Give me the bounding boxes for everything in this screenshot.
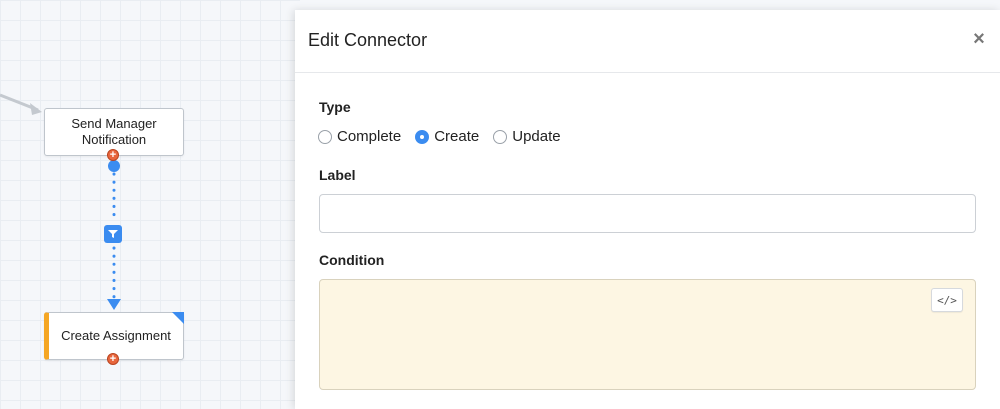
dialog-header: Edit Connector ×: [295, 10, 1000, 73]
node-status-corner: [172, 312, 184, 324]
radio-create[interactable]: Create: [415, 128, 479, 145]
radio-button[interactable]: [318, 129, 332, 144]
node-label: Send Manager Notification: [71, 116, 157, 147]
type-label: Type: [319, 99, 351, 115]
connector-start-handle: [108, 160, 120, 172]
radio-label: Complete: [337, 128, 402, 145]
workflow-canvas[interactable]: Send Manager Notification + Create Assig…: [0, 0, 300, 409]
add-step-icon[interactable]: +: [107, 149, 119, 161]
close-icon[interactable]: ×: [970, 29, 988, 49]
radio-button[interactable]: [493, 129, 508, 144]
connector-arrowhead: [107, 299, 121, 310]
condition-editor[interactable]: </>: [319, 279, 976, 390]
label-input[interactable]: [319, 194, 976, 233]
incoming-arrowhead: [30, 103, 42, 115]
edit-connector-dialog: Edit Connector × Type Complete Create Up…: [295, 10, 1000, 409]
radio-complete[interactable]: Complete: [318, 128, 401, 145]
radio-update[interactable]: Update: [493, 128, 561, 145]
type-radio-group: Complete Create Update: [318, 128, 575, 145]
dialog-title: Edit Connector: [308, 30, 428, 50]
code-icon[interactable]: </>: [931, 288, 963, 312]
label-field-label: Label: [319, 167, 356, 183]
radio-button[interactable]: [415, 129, 430, 144]
radio-label: Create: [434, 128, 480, 145]
add-step-icon[interactable]: +: [107, 353, 119, 365]
filter-icon[interactable]: [104, 225, 122, 243]
radio-label: Update: [512, 128, 561, 145]
node-label: Create Assignment: [61, 328, 171, 343]
condition-label: Condition: [319, 252, 385, 268]
